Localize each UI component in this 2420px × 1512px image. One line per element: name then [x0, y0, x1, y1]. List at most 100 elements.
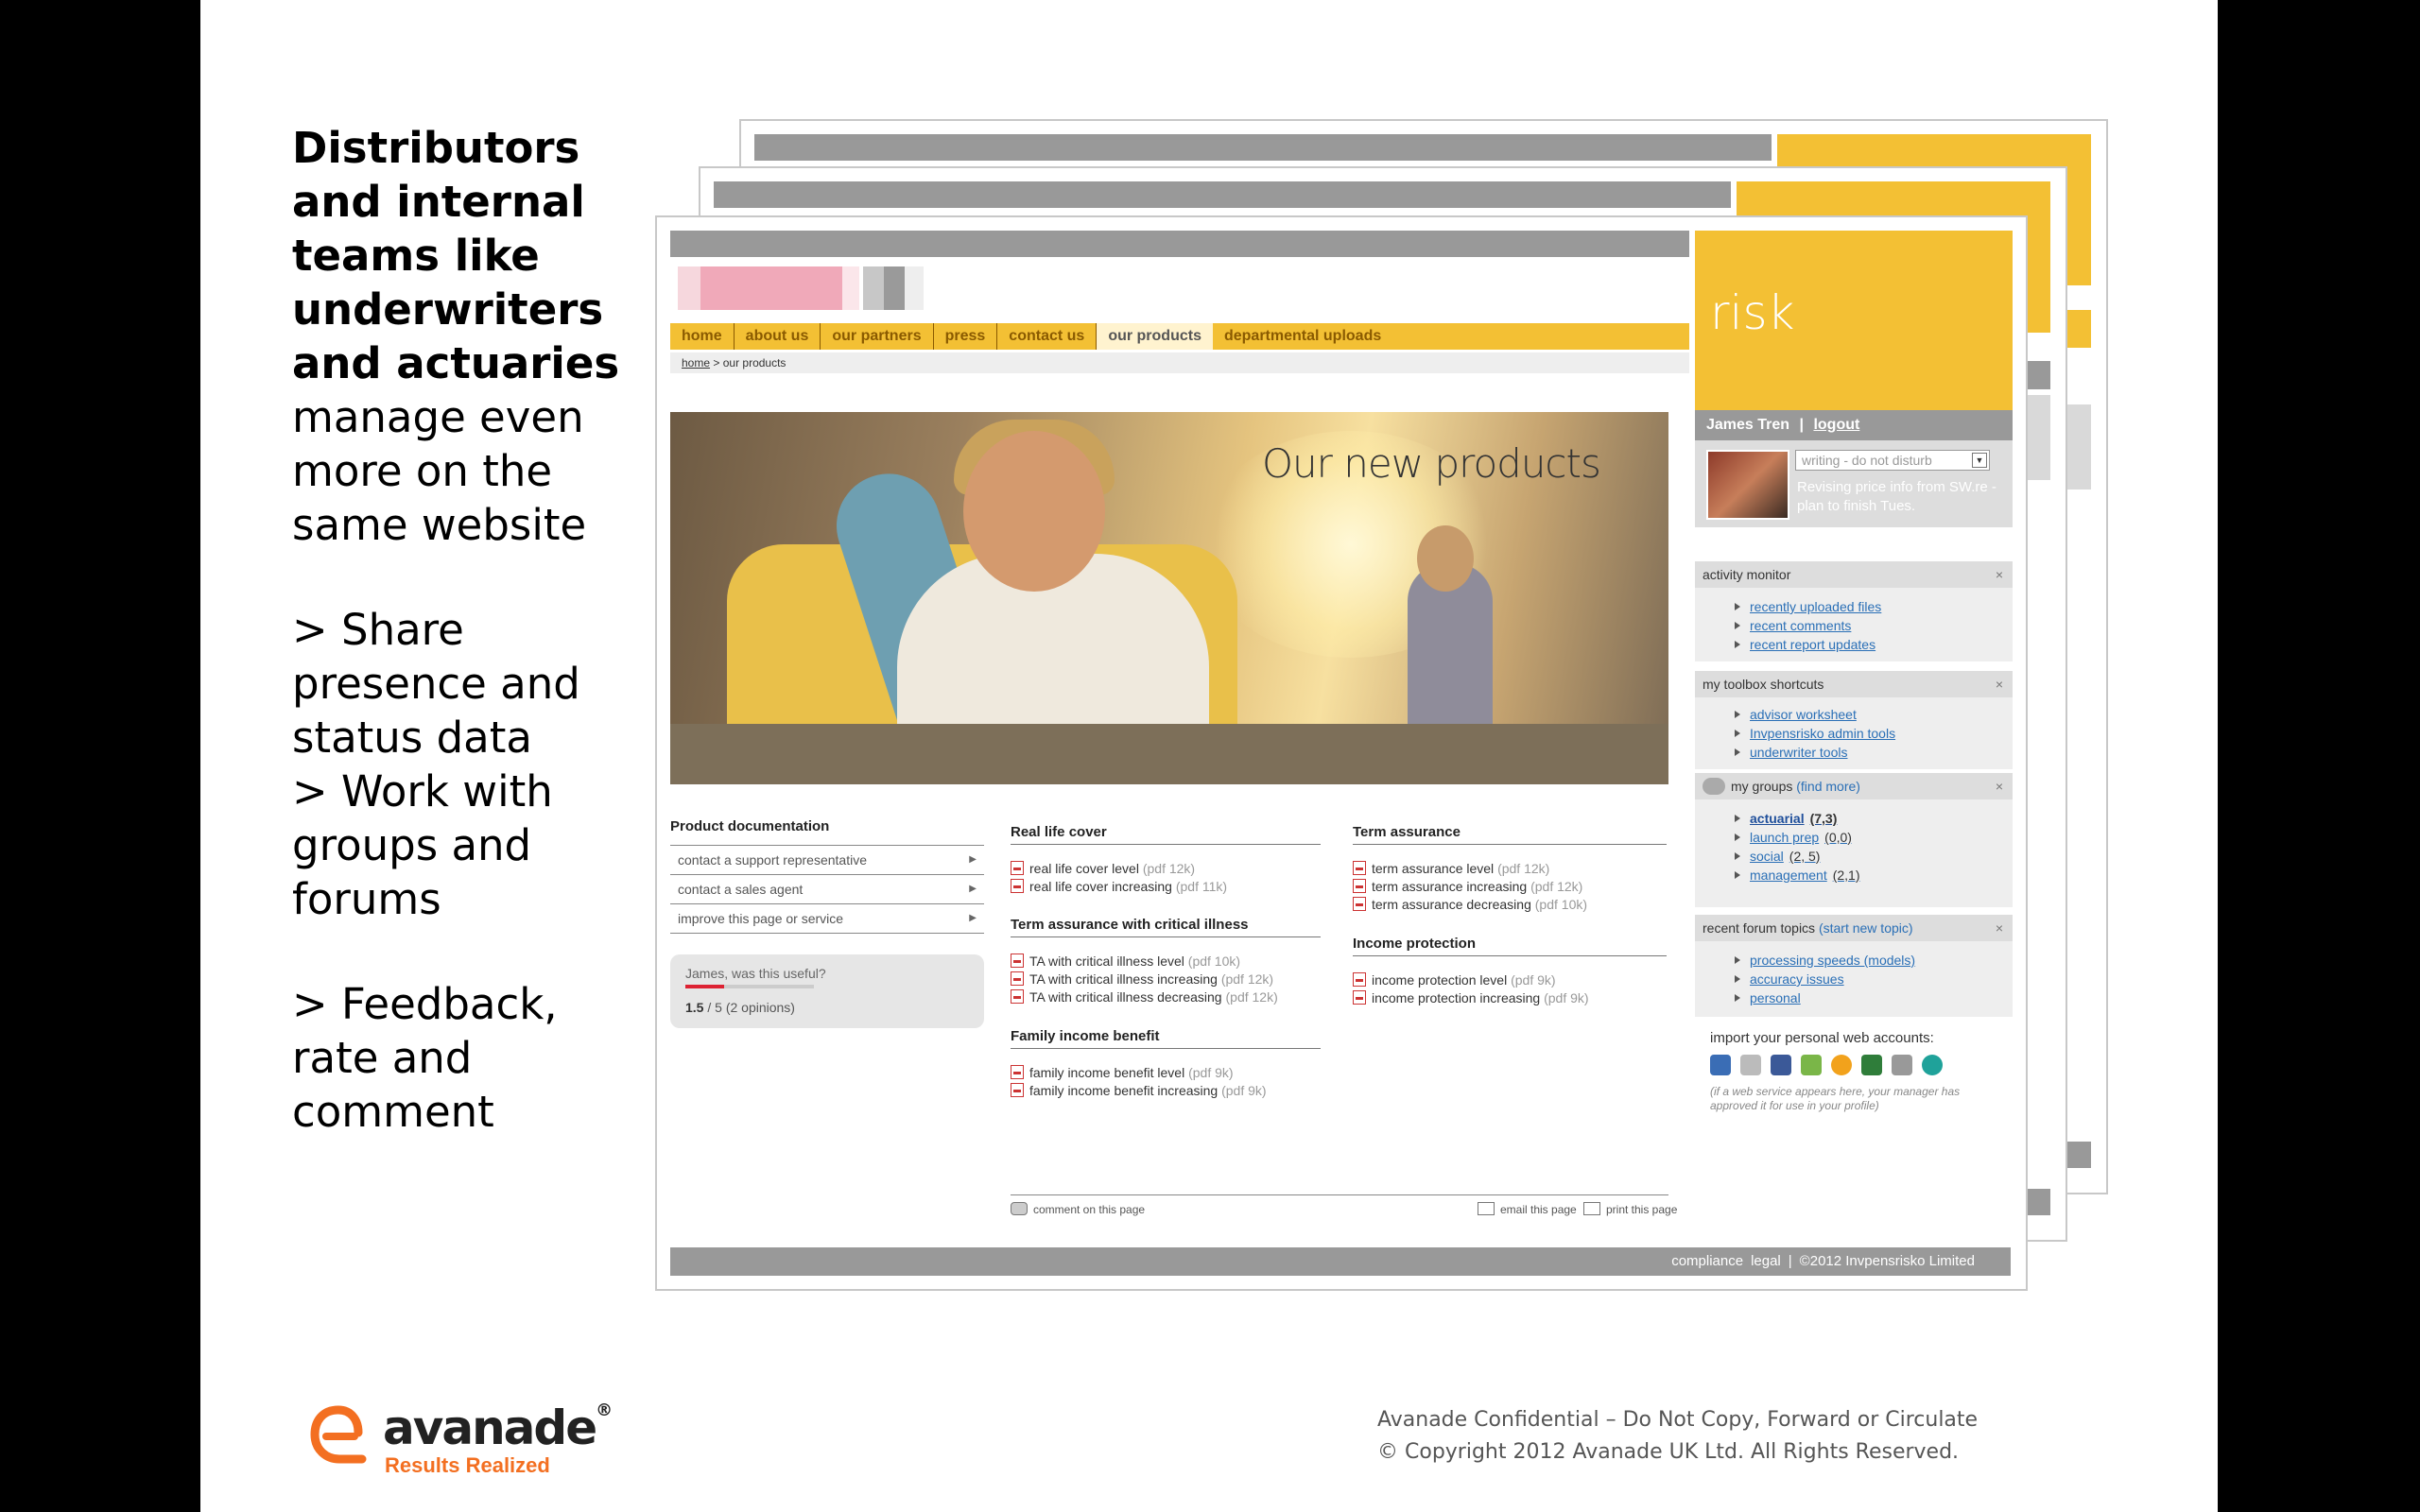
pdf-icon [1011, 954, 1024, 968]
top-bar [670, 231, 1689, 257]
import-title: import your personal web accounts: [1710, 1030, 1934, 1046]
doc-link[interactable]: TA with critical illness level (pdf 10k) [1011, 953, 1278, 971]
start-topic-link[interactable]: (start new topic) [1819, 920, 1913, 936]
close-icon[interactable]: × [1996, 561, 2003, 588]
avanade-logo: avanade® Results Realized [309, 1400, 613, 1486]
forum-topic[interactable]: accuracy issues [1695, 970, 2013, 988]
link-recently-uploaded[interactable]: recently uploaded files [1695, 597, 2013, 616]
forum-topic[interactable]: processing speeds (models) [1695, 951, 2013, 970]
doc-link[interactable]: income protection level (pdf 9k) [1353, 971, 1589, 989]
section-term-assurance: Term assurance [1353, 824, 1667, 845]
envelope-icon [1478, 1202, 1495, 1215]
doc-list-real-life: real life cover level (pdf 12k) real lif… [1011, 860, 1227, 896]
user-name: James Tren [1706, 417, 1790, 433]
group-launch-prep[interactable]: launch prep (0,0) [1695, 828, 2013, 847]
nav-contact-us[interactable]: contact us [997, 323, 1098, 350]
breadcrumb-home[interactable]: home [682, 356, 710, 369]
activity-monitor-list: recently uploaded files recent comments … [1695, 588, 2013, 662]
delicious-icon[interactable] [1710, 1055, 1731, 1075]
site-logo[interactable] [678, 266, 924, 310]
link-contact-support[interactable]: contact a support representative ▶ [670, 845, 984, 875]
link-advisor-worksheet[interactable]: advisor worksheet [1695, 705, 2013, 724]
rating-bar[interactable] [685, 985, 814, 988]
doc-link[interactable]: TA with critical illness decreasing (pdf… [1011, 988, 1278, 1006]
group-social[interactable]: social (2, 5) [1695, 847, 2013, 866]
avanade-tagline: Results Realized [385, 1453, 550, 1477]
footer-copyright: ©2012 Invpensrisko Limited [1799, 1253, 1975, 1269]
pdf-icon [1353, 897, 1366, 911]
group-management[interactable]: management (2,1) [1695, 866, 2013, 885]
doc-link[interactable]: family income benefit increasing (pdf 9k… [1011, 1082, 1267, 1100]
status-select[interactable]: writing - do not disturb ▼ [1795, 450, 1990, 471]
pdf-icon [1011, 879, 1024, 893]
find-more-link[interactable]: (find more) [1796, 779, 1860, 794]
digg-icon[interactable] [1740, 1055, 1761, 1075]
nav-home[interactable]: home [670, 323, 735, 350]
footer-compliance[interactable]: compliance [1671, 1253, 1743, 1269]
breadcrumb: home > our products [670, 352, 1689, 373]
logout-link[interactable]: logout [1813, 417, 1859, 433]
footer-legal[interactable]: legal [1751, 1253, 1781, 1269]
close-icon[interactable]: × [1996, 773, 2003, 799]
pdf-icon [1011, 1083, 1024, 1097]
pdf-icon [1353, 861, 1366, 875]
doc-link[interactable]: real life cover increasing (pdf 11k) [1011, 878, 1227, 896]
nav-our-products[interactable]: our products [1097, 323, 1213, 350]
slide-intro: manage even more on the same website [292, 392, 587, 550]
nav-our-partners[interactable]: our partners [821, 323, 934, 350]
panel-title: activity monitor [1703, 567, 1791, 582]
status-message[interactable]: Revising price info from SW.re - plan to… [1797, 478, 2005, 516]
bullet-3: > Feedback, rate and comment [292, 979, 558, 1137]
doc-link[interactable]: term assurance increasing (pdf 12k) [1353, 878, 1587, 896]
print-link[interactable]: print this page [1583, 1202, 1677, 1216]
doc-link[interactable]: income protection increasing (pdf 9k) [1353, 989, 1589, 1007]
green-book-icon[interactable] [1861, 1055, 1882, 1075]
nav-departmental-uploads[interactable]: departmental uploads [1213, 323, 1392, 350]
group-actuarial[interactable]: actuarial (7,3) [1695, 809, 2013, 828]
nav-about-us[interactable]: about us [735, 323, 821, 350]
groups-header: my groups (find more) × [1695, 773, 2013, 799]
facebook-icon[interactable] [1771, 1055, 1791, 1075]
doc-link[interactable]: real life cover level (pdf 12k) [1011, 860, 1227, 878]
groups-list: actuarial (7,3) launch prep (0,0) social (2… [1695, 799, 2013, 907]
close-icon[interactable]: × [1996, 915, 2003, 941]
copyright-text: © Copyright 2012 Avanade UK Ltd. All Rig… [1377, 1440, 1960, 1464]
rating-count: / 5 (2 opinions) [703, 1000, 795, 1015]
pdf-icon [1353, 990, 1366, 1005]
link-recent-report-updates[interactable]: recent report updates [1695, 635, 2013, 654]
link-admin-tools[interactable]: Invpensrisko admin tools [1695, 724, 2013, 743]
pdf-icon [1011, 861, 1024, 875]
email-link[interactable]: email this page [1478, 1202, 1577, 1216]
section-income-protection: Income protection [1353, 936, 1667, 956]
rating-value: 1.5 [685, 1000, 704, 1015]
link-improve-page[interactable]: improve this page or service ▶ [670, 904, 984, 934]
nav-press[interactable]: press [934, 323, 998, 350]
orange-circle-icon[interactable] [1831, 1055, 1852, 1075]
footer-separator: | [1788, 1253, 1792, 1269]
close-icon[interactable]: × [1996, 671, 2003, 697]
breadcrumb-current: our products [722, 356, 786, 369]
doc-link[interactable]: term assurance level (pdf 12k) [1353, 860, 1587, 878]
stumbleupon-icon[interactable] [1922, 1055, 1943, 1075]
checkmark-icon[interactable] [1801, 1055, 1822, 1075]
link-underwriter-tools[interactable]: underwriter tools [1695, 743, 2013, 762]
link-contact-sales[interactable]: contact a sales agent ▶ [670, 875, 984, 904]
doc-link[interactable]: term assurance decreasing (pdf 10k) [1353, 896, 1587, 914]
link-recent-comments[interactable]: recent comments [1695, 616, 2013, 635]
forum-topic[interactable]: personal [1695, 988, 2013, 1007]
comment-link[interactable]: comment on this page [1011, 1202, 1145, 1216]
bullet-2: > Work with groups and forums [292, 766, 553, 924]
toolbox-header: my toolbox shortcuts × [1695, 671, 2013, 697]
activity-monitor-header: activity monitor × [1695, 561, 2013, 588]
share-icon[interactable] [1892, 1055, 1912, 1075]
user-separator: | [1799, 417, 1804, 433]
arrow-right-icon: ▶ [969, 884, 977, 894]
sidebar: risk James Tren | logout writing - do no… [1695, 231, 2013, 1242]
arrow-right-icon: ▶ [969, 854, 977, 865]
doc-link[interactable]: TA with critical illness increasing (pdf… [1011, 971, 1278, 988]
doc-link[interactable]: family income benefit level (pdf 9k) [1011, 1064, 1267, 1082]
pdf-icon [1011, 971, 1024, 986]
brand-title: risk [1710, 285, 1795, 340]
rating-summary: 1.5 / 5 (2 opinions) [685, 1000, 795, 1015]
pdf-icon [1011, 1065, 1024, 1079]
